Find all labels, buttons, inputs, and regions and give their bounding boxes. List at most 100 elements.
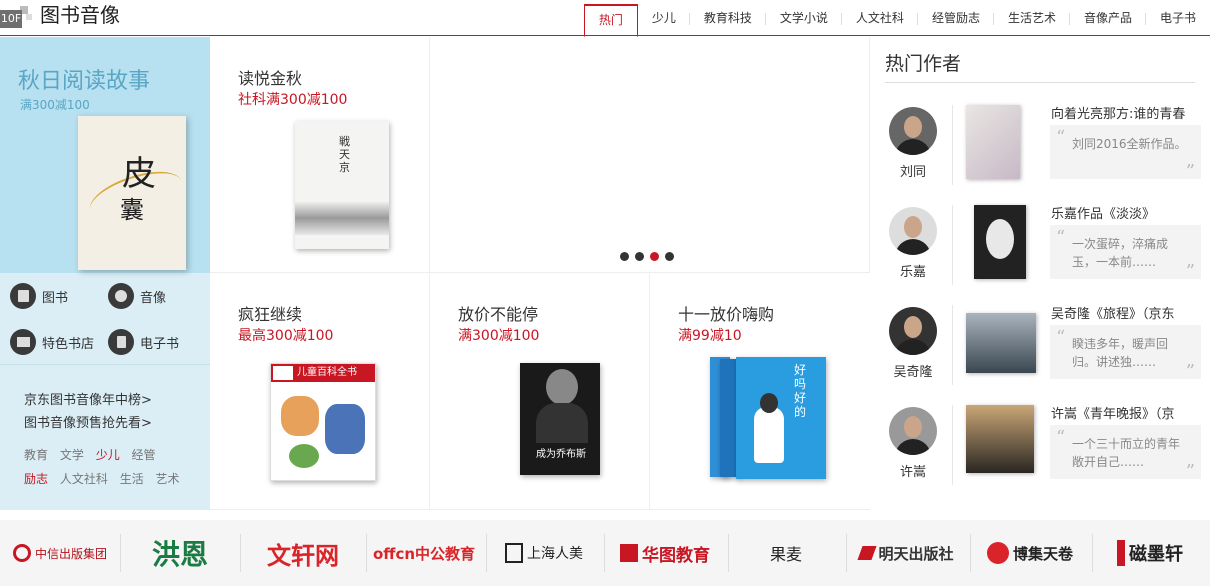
floor-badge: 10F	[0, 4, 32, 32]
author-book-cover[interactable]	[966, 105, 1020, 179]
cell-discount: 社科满300减100	[238, 92, 348, 108]
tab-business[interactable]: 经管励志	[918, 4, 994, 36]
product-cell-shiyi[interactable]: 十一放价嗨购 满99减10 好吗好的	[650, 273, 870, 510]
author-book-title[interactable]: 吴奇隆《旅程》（京东	[1051, 303, 1201, 322]
tag-humanities[interactable]: 人文社科	[60, 472, 108, 486]
book-cover: 儿童百科全书	[270, 363, 376, 481]
author-name[interactable]: 乐嘉	[890, 261, 936, 280]
quote-text: 刘同2016全新作品。	[1072, 137, 1187, 151]
tab-kids[interactable]: 少儿	[638, 4, 690, 36]
brand-name: 上海人美	[527, 546, 583, 562]
category-book[interactable]: 图书	[10, 283, 68, 309]
avatar[interactable]	[889, 207, 937, 255]
quote-close-icon: ”	[1185, 361, 1195, 382]
promo-banner[interactable]: 秋日阅读故事 满300减100 皮 囊	[0, 37, 210, 273]
category-audio[interactable]: 音像	[108, 283, 166, 309]
author-row[interactable]: 刘同 向着光亮那方:谁的青春 “ 刘同2016全新作品。 ”	[870, 105, 1210, 195]
avatar[interactable]	[889, 107, 937, 155]
brand-bar: 中信出版集团 洪恩 文轩网 offcn中公教育 上海人美 华图教育 果麦 明天出…	[0, 520, 1210, 586]
cover-art	[536, 403, 588, 443]
brand-huatu[interactable]: 华图教育	[612, 520, 718, 586]
author-book-title[interactable]: 向着光亮那方:谁的青春	[1051, 103, 1201, 122]
floor-title: 图书音像	[40, 3, 120, 27]
cover-art	[281, 396, 319, 436]
tab-ebook[interactable]: 电子书	[1146, 4, 1210, 36]
book-cover-pinang: 皮 囊	[78, 116, 188, 270]
product-grid: 读悦金秋 社科满300减100 戦天京 疯狂继续 最高300减100 儿童百科全…	[210, 37, 870, 510]
carousel-dot[interactable]	[665, 252, 674, 261]
quote-close-icon: ”	[1185, 161, 1195, 182]
brand-shanghai-renmei[interactable]: 上海人美	[494, 520, 594, 586]
carousel-slider[interactable]	[430, 37, 870, 273]
author-book-title[interactable]: 乐嘉作品《淡淡》	[1051, 203, 1201, 222]
author-row[interactable]: 吴奇隆 吴奇隆《旅程》（京东 “ 睽违多年，暖声回归。讲述独…… ”	[870, 305, 1210, 395]
author-book-cover[interactable]	[974, 205, 1026, 279]
brand-name: 华图教育	[642, 545, 710, 566]
divider	[952, 205, 953, 285]
tab-education[interactable]: 教育科技	[690, 4, 766, 36]
brand-hongen[interactable]: 洪恩	[130, 520, 230, 586]
cell-title: 放价不能停	[458, 305, 539, 324]
author-book-cover[interactable]	[966, 405, 1034, 473]
brand-wenxuan[interactable]: 文轩网	[248, 520, 358, 586]
category-ebook[interactable]: 电子书	[108, 329, 179, 355]
avatar[interactable]	[889, 307, 937, 355]
author-book-cover[interactable]	[966, 313, 1036, 373]
tag-motivation[interactable]: 励志	[24, 472, 48, 486]
author-row[interactable]: 许嵩 许嵩《青年晚报》（京 “ 一个三十而立的青年敞开自己……”	[870, 405, 1210, 495]
tab-literature[interactable]: 文学小说	[766, 4, 842, 36]
carousel-dot-active[interactable]	[650, 252, 659, 261]
floor-header: 10F 图书音像 热门 少儿 教育科技 文学小说 人文社科 经管励志 生活艺术 …	[0, 0, 1210, 37]
tag-art[interactable]: 艺术	[156, 472, 180, 486]
promo-title: 秋日阅读故事	[18, 69, 151, 94]
brand-guomai[interactable]: 果麦	[736, 520, 836, 586]
category-label: 特色书店	[42, 336, 95, 352]
avatar[interactable]	[889, 407, 937, 455]
hot-authors-panel: 热门作者 刘同 向着光亮那方:谁的青春 “ 刘同2016全新作品。 ” 乐嘉 乐嘉作…	[870, 37, 1210, 510]
carousel-dot[interactable]	[635, 252, 644, 261]
cover-title-char: 囊	[120, 196, 144, 224]
tab-humanities[interactable]: 人文社科	[842, 4, 918, 36]
promo-subtitle: 满300减100	[20, 98, 90, 112]
brand-bojitianjuan[interactable]: 博集天卷	[978, 520, 1082, 586]
cell-title: 读悦金秋	[238, 69, 303, 88]
author-book-title[interactable]: 许嵩《青年晚报》（京	[1051, 403, 1201, 422]
category-label: 音像	[140, 290, 167, 306]
tab-label: 教育科技	[703, 11, 752, 25]
product-cell-fangjia[interactable]: 放价不能停 满300减100 成为乔布斯	[430, 273, 650, 510]
author-name[interactable]: 吴奇隆	[890, 361, 936, 380]
author-name[interactable]: 刘同	[890, 161, 936, 180]
link-annual-ranking[interactable]: 京东图书音像年中榜>	[24, 389, 152, 412]
tag-list: 教育 文学 少儿 经管 励志 人文社科 生活 艺术	[24, 443, 194, 491]
quote-text: 一次蛋碎，淬痛成玉，一本前……	[1072, 237, 1169, 269]
product-cell-fengkuang[interactable]: 疯狂继续 最高300减100 儿童百科全书	[210, 273, 430, 510]
left-panel: 秋日阅读故事 满300减100 皮 囊 图书 音像 特色书店 电子书 京东图书音…	[0, 37, 210, 510]
cover-title-char: 皮	[122, 154, 156, 194]
brand-citic[interactable]: 中信出版集团	[10, 520, 110, 586]
author-name[interactable]: 许嵩	[890, 461, 936, 480]
tab-label: 文学小说	[779, 11, 828, 25]
cell-title: 疯狂继续	[238, 305, 303, 324]
huatu-logo-icon	[620, 544, 638, 562]
tag-kids[interactable]: 少儿	[96, 448, 120, 462]
tab-lifestyle[interactable]: 生活艺术	[994, 4, 1070, 36]
tab-hot[interactable]: 热门	[583, 4, 638, 37]
author-row[interactable]: 乐嘉 乐嘉作品《淡淡》 “ 一次蛋碎，淬痛成玉，一本前…… ”	[870, 205, 1210, 295]
link-presale[interactable]: 图书音像预售抢先看>	[24, 412, 152, 435]
tag-business[interactable]: 经管	[132, 448, 156, 462]
cell-discount: 满300减100	[458, 328, 540, 344]
citic-logo-icon	[12, 544, 31, 562]
brand-mingtian[interactable]: 明天出版社	[852, 520, 962, 586]
divider	[952, 305, 953, 385]
tab-audio[interactable]: 音像产品	[1070, 4, 1146, 36]
cell-discount: 满99减10	[678, 328, 742, 344]
tag-lifestyle[interactable]: 生活	[120, 472, 144, 486]
category-store[interactable]: 特色书店	[10, 329, 94, 355]
tag-literature[interactable]: 文学	[60, 448, 84, 462]
brand-mohanxuan[interactable]: 磁墨轩	[1100, 520, 1200, 586]
product-cell-dueyue[interactable]: 读悦金秋 社科满300减100 戦天京	[210, 37, 430, 273]
carousel-dot[interactable]	[620, 252, 629, 261]
tag-education[interactable]: 教育	[24, 448, 48, 462]
cover-art	[760, 393, 778, 413]
brand-offcn[interactable]: offcn中公教育	[372, 520, 476, 586]
